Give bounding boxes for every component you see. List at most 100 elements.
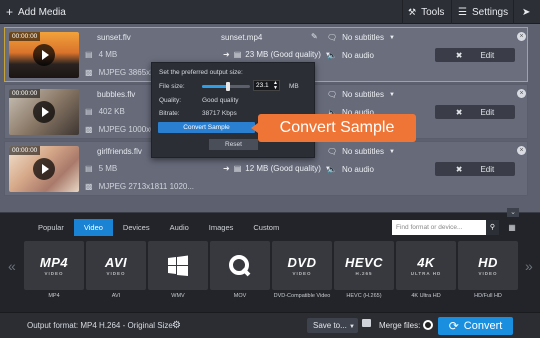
file-size-slider[interactable] xyxy=(202,82,250,91)
subtitles-dropdown[interactable]: 🗨 No subtitles ▼ xyxy=(327,33,395,42)
format-tile[interactable]: DVD VIDEO DVD-Compatible Video xyxy=(272,241,332,303)
file-icon: ▤ xyxy=(85,50,93,59)
subtitles-dropdown[interactable]: 🗨 No subtitles ▼ xyxy=(327,90,395,99)
bitrate-value: 38717 Kbps xyxy=(202,110,237,117)
format-tile[interactable]: MOV xyxy=(210,241,270,303)
device-detect-icon[interactable]: ▦ xyxy=(505,220,519,235)
speaker-icon: 🔈 xyxy=(327,51,337,60)
settings-button[interactable]: ☰ Settings xyxy=(458,0,508,24)
play-icon[interactable] xyxy=(33,101,55,123)
tab-custom[interactable]: Custom xyxy=(243,219,289,236)
format-logo-subtext: VIDEO xyxy=(478,271,498,276)
output-size-selector[interactable]: ➜ ▤ 23 MB (Good quality) ▼ xyxy=(223,50,331,59)
scroll-right-arrow[interactable]: » xyxy=(525,258,533,274)
pencil-icon[interactable]: ✎ xyxy=(311,32,318,41)
scroll-left-arrow[interactable]: « xyxy=(8,258,16,274)
format-tile[interactable]: MP4 VIDEO MP4 xyxy=(24,241,84,303)
chevron-down-icon: ▼ xyxy=(388,91,395,98)
chevron-down-icon: ▼ xyxy=(388,34,395,41)
play-icon[interactable] xyxy=(33,44,55,66)
gear-icon[interactable]: ⚙ xyxy=(172,320,181,331)
merge-files-toggle[interactable]: Merge files: xyxy=(379,320,434,330)
tools-button[interactable]: ⚒ Tools xyxy=(408,0,444,24)
format-logo: HEVC H.265 xyxy=(334,241,394,290)
save-to-label: Save to... xyxy=(313,321,347,330)
output-size-label: 23 MB (Good quality) xyxy=(245,50,321,59)
file-icon: ▤ xyxy=(233,164,242,173)
format-logo: HD VIDEO xyxy=(458,241,518,290)
speaker-icon: 🔈 xyxy=(327,165,337,174)
video-thumbnail[interactable]: 00:00:00 xyxy=(9,146,79,192)
format-tile[interactable]: HEVC H.265 HEVC (H.265) xyxy=(334,241,394,303)
close-icon[interactable]: × xyxy=(517,32,526,41)
save-to-button[interactable]: Save to... ▼ xyxy=(307,318,358,333)
top-toolbar: + Add Media ⚒ Tools ☰ Settings ➤ xyxy=(0,0,540,24)
bitrate-label: Bitrate: xyxy=(159,110,180,117)
subtitles-icon: 🗨 xyxy=(327,90,338,99)
folder-icon[interactable] xyxy=(362,319,371,327)
video-thumbnail[interactable]: 00:00:00 xyxy=(9,32,79,78)
reset-button[interactable]: Reset xyxy=(209,139,258,150)
toggle-icon[interactable] xyxy=(423,320,434,330)
format-tile[interactable]: WMV xyxy=(148,241,208,303)
source-size-info: ▤ 5 MB xyxy=(85,164,117,173)
slider-handle[interactable] xyxy=(226,82,231,91)
merge-files-label: Merge files: xyxy=(379,320,421,330)
tab-devices[interactable]: Devices xyxy=(113,219,160,236)
file-size-unit: MB xyxy=(289,83,299,90)
stepper-arrows-icon[interactable]: ▲ ▼ xyxy=(273,81,278,91)
format-search-input[interactable]: Find format or device... xyxy=(392,220,496,235)
format-tile[interactable]: AVI VIDEO AVI xyxy=(86,241,146,303)
collapse-panel-button[interactable]: ⌄ xyxy=(507,208,519,217)
search-icon[interactable]: ⚲ xyxy=(486,220,499,235)
subtitles-label: No subtitles xyxy=(342,90,384,99)
tab-video[interactable]: Video xyxy=(73,219,113,236)
output-file-name[interactable]: sunset.mp4 xyxy=(221,33,262,42)
format-tile[interactable]: HD VIDEO HD/Full HD xyxy=(458,241,518,303)
convert-sample-button[interactable]: Convert Sample xyxy=(158,122,255,133)
format-tile[interactable]: 4K ULTRA HD 4K Ultra HD xyxy=(396,241,456,303)
edit-label: Edit xyxy=(480,107,495,117)
convert-button[interactable]: ⟳ Convert xyxy=(438,317,513,335)
format-logo-subtext: ULTRA HD xyxy=(410,271,442,276)
file-icon: ▤ xyxy=(233,50,242,59)
plus-icon: + xyxy=(6,5,14,19)
format-logo-subtext: VIDEO xyxy=(106,271,126,276)
format-logo: MP4 VIDEO xyxy=(24,241,84,290)
source-file-size: 4 MB xyxy=(98,50,118,59)
edit-label: Edit xyxy=(480,50,495,60)
tab-audio[interactable]: Audio xyxy=(160,219,199,236)
edit-button[interactable]: ✖ Edit xyxy=(435,48,515,62)
edit-label: Edit xyxy=(480,164,495,174)
format-caption: HD/Full HD xyxy=(474,293,502,299)
audio-dropdown[interactable]: 🔈 No audio xyxy=(327,51,374,60)
chevron-down-icon: ▼ xyxy=(388,148,395,155)
format-logo-subtext: H.265 xyxy=(355,271,373,276)
source-size-info: ▤ 402 KB xyxy=(85,107,125,116)
subtitles-dropdown[interactable]: 🗨 No subtitles ▼ xyxy=(327,147,395,156)
edit-button[interactable]: ✖ Edit xyxy=(435,162,515,176)
file-size-stepper[interactable]: 23.1 ▲ ▼ xyxy=(253,80,280,91)
tools-label: Tools xyxy=(421,6,445,18)
file-size-label: File size: xyxy=(159,83,185,90)
thumbnail-duration: 00:00:00 xyxy=(9,32,41,41)
add-media-button[interactable]: + Add Media xyxy=(6,0,66,24)
add-media-label: Add Media xyxy=(18,6,66,18)
output-format-label[interactable]: Output format: MP4 H.264 - Original Size xyxy=(27,321,173,330)
close-icon[interactable]: × xyxy=(517,146,526,155)
quicktime-logo-icon xyxy=(210,241,270,290)
play-icon[interactable] xyxy=(33,158,55,180)
film-icon: ▩ xyxy=(85,182,93,191)
audio-dropdown[interactable]: 🔈 No audio xyxy=(327,165,374,174)
output-size-label: 12 MB (Good quality) xyxy=(245,164,321,173)
tab-popular[interactable]: Popular xyxy=(28,219,74,236)
output-size-selector[interactable]: ➜ ▤ 12 MB (Good quality) ▼ xyxy=(223,164,331,173)
scissors-icon: ✖ xyxy=(455,107,463,117)
share-button[interactable]: ➤ xyxy=(522,0,530,24)
footer-bar: Output format: MP4 H.264 - Original Size… xyxy=(0,312,540,338)
edit-button[interactable]: ✖ Edit xyxy=(435,105,515,119)
video-thumbnail[interactable]: 00:00:00 xyxy=(9,89,79,135)
thumbnail-duration: 00:00:00 xyxy=(9,146,41,155)
tab-images[interactable]: Images xyxy=(199,219,244,236)
close-icon[interactable]: × xyxy=(517,89,526,98)
